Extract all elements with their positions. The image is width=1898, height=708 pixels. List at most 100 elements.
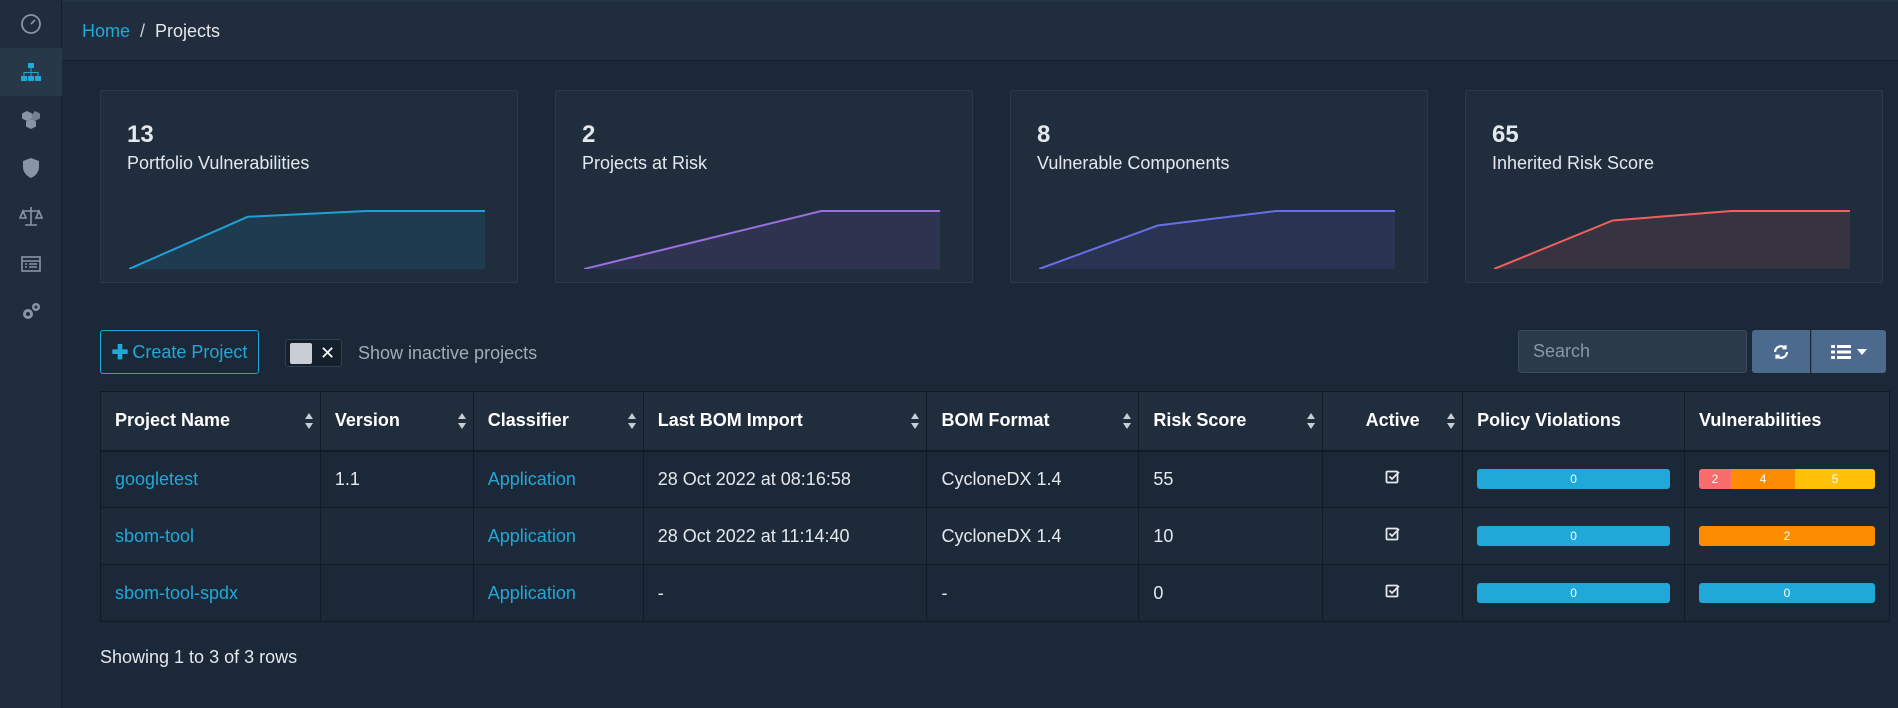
cell-vulnerabilities: 2 bbox=[1683, 507, 1891, 565]
trend-chart bbox=[1039, 210, 1395, 269]
trend-area bbox=[584, 211, 940, 269]
policy-segment: 0 bbox=[1477, 526, 1670, 546]
column-header-policy-violations[interactable]: Policy Violations bbox=[1462, 391, 1685, 452]
pagination-info: Showing 1 to 3 of 3 rows bbox=[100, 647, 298, 667]
header-label: Policy Violations bbox=[1477, 410, 1621, 431]
sidebar-item-dashboard[interactable] bbox=[0, 0, 62, 48]
table-row: googletest 1.1 Application 28 Oct 2022 at 0… bbox=[100, 450, 1891, 508]
cell-policy-violations: 0 bbox=[1462, 564, 1685, 622]
column-header-active[interactable]: Active bbox=[1322, 391, 1464, 452]
policy-violations-bar: 0 bbox=[1477, 526, 1670, 546]
policy-violations-bar: 0 bbox=[1477, 583, 1670, 603]
breadcrumb-home-link[interactable]: Home bbox=[82, 21, 130, 42]
plus-icon: ✚ bbox=[111, 341, 129, 364]
cell-risk-score: 10 bbox=[1138, 507, 1324, 565]
sidebar bbox=[0, 0, 62, 708]
cell-classifier: Application bbox=[472, 507, 644, 565]
classifier-link[interactable]: Application bbox=[488, 469, 576, 489]
cell-bom-format: - bbox=[926, 564, 1140, 622]
sidebar-item-components[interactable] bbox=[0, 96, 62, 144]
header-label: Risk Score bbox=[1153, 410, 1247, 431]
cell-last-bom-import: - bbox=[642, 564, 928, 622]
cell-version bbox=[319, 507, 474, 565]
card-vulnerable-components: 8 Vulnerable Components bbox=[1010, 90, 1428, 283]
list-icon bbox=[1831, 344, 1851, 359]
vulnerabilities-bar: 245 bbox=[1698, 469, 1875, 490]
cell-bom-format: CycloneDX 1.4 bbox=[926, 507, 1140, 565]
create-project-button[interactable]: ✚ Create Project bbox=[100, 330, 259, 374]
trend-chart bbox=[1494, 210, 1850, 269]
cell-project-name: sbom-tool bbox=[100, 507, 321, 565]
check-square-icon bbox=[1385, 584, 1400, 597]
sidebar-item-settings[interactable] bbox=[0, 288, 62, 336]
column-header-project-name[interactable]: Project Name bbox=[100, 391, 321, 452]
sidebar-item-vulnerabilities[interactable] bbox=[0, 144, 62, 192]
cell-risk-score: 55 bbox=[1138, 450, 1324, 508]
table-toolbar: ✚ Create Project ✕ Show inactive project… bbox=[100, 330, 1886, 376]
project-link[interactable]: googletest bbox=[115, 469, 198, 489]
column-header-last-bom-import[interactable]: Last BOM Import bbox=[642, 391, 928, 452]
check-square-icon bbox=[1385, 527, 1400, 540]
header-label: Project Name bbox=[115, 410, 231, 431]
show-inactive-toggle[interactable]: ✕ bbox=[285, 339, 342, 367]
vuln-segment-high: 2 bbox=[1698, 526, 1875, 546]
sidebar-item-notifications[interactable] bbox=[0, 240, 62, 288]
breadcrumb-current: Projects bbox=[155, 20, 221, 41]
cell-bom-format: CycloneDX 1.4 bbox=[926, 450, 1140, 508]
column-header-bom-format[interactable]: BOM Format bbox=[926, 391, 1140, 452]
vulnerabilities-icon bbox=[23, 158, 39, 178]
trend-area bbox=[1039, 211, 1395, 269]
vuln-segment-critical: 2 bbox=[1698, 469, 1731, 490]
project-link[interactable]: sbom-tool bbox=[115, 526, 194, 546]
policy-segment: 0 bbox=[1477, 469, 1670, 490]
close-icon: ✕ bbox=[320, 343, 336, 363]
card-inherited-risk-score: 65 Inherited Risk Score bbox=[1465, 90, 1883, 283]
search-input[interactable] bbox=[1518, 330, 1747, 373]
column-header-version[interactable]: Version bbox=[319, 391, 474, 452]
vuln-segment-medium: 5 bbox=[1794, 469, 1875, 490]
cell-version bbox=[319, 564, 474, 622]
card-projects-at-risk: 2 Projects at Risk bbox=[555, 90, 973, 283]
cell-version: 1.1 bbox=[319, 450, 474, 508]
cell-classifier: Application bbox=[472, 450, 644, 508]
cell-policy-violations: 0 bbox=[1462, 450, 1685, 508]
card-value: 65 bbox=[1492, 121, 1519, 148]
dashboard-icon bbox=[21, 14, 41, 34]
columns-button[interactable] bbox=[1811, 330, 1886, 373]
table-row: sbom-tool Application 28 Oct 2022 at 11:14… bbox=[100, 507, 1891, 565]
classifier-link[interactable]: Application bbox=[488, 526, 576, 546]
trend-area bbox=[129, 211, 485, 269]
card-value: 13 bbox=[127, 121, 154, 148]
vulnerabilities-bar: 0 bbox=[1698, 583, 1875, 603]
cell-project-name: sbom-tool-spdx bbox=[100, 564, 321, 622]
sort-icon bbox=[627, 413, 636, 429]
sort-icon bbox=[1447, 413, 1456, 429]
caret-down-icon bbox=[1857, 348, 1867, 355]
trend-chart bbox=[129, 210, 485, 269]
cell-active bbox=[1322, 564, 1464, 622]
sidebar-item-projects[interactable] bbox=[0, 48, 62, 96]
vuln-segment-none: 0 bbox=[1698, 583, 1875, 603]
notifications-icon bbox=[21, 256, 41, 272]
card-value: 8 bbox=[1037, 121, 1051, 148]
cell-policy-violations: 0 bbox=[1462, 507, 1685, 565]
column-header-classifier[interactable]: Classifier bbox=[472, 391, 644, 452]
header-label: Vulnerabilities bbox=[1698, 410, 1822, 431]
sort-icon bbox=[1307, 413, 1316, 429]
components-icon bbox=[22, 111, 40, 129]
project-link[interactable]: sbom-tool-spdx bbox=[115, 583, 238, 603]
refresh-button[interactable] bbox=[1752, 330, 1810, 373]
card-label: Projects at Risk bbox=[582, 153, 708, 173]
cell-vulnerabilities: 245 bbox=[1683, 450, 1891, 508]
policy-violations-bar: 0 bbox=[1477, 469, 1670, 490]
column-header-risk-score[interactable]: Risk Score bbox=[1138, 391, 1324, 452]
card-label: Vulnerable Components bbox=[1037, 153, 1230, 173]
check-square-icon bbox=[1385, 470, 1400, 484]
card-portfolio-vulnerabilities: 13 Portfolio Vulnerabilities bbox=[100, 90, 518, 283]
sidebar-item-policy[interactable] bbox=[0, 192, 62, 240]
cell-active bbox=[1322, 507, 1464, 565]
classifier-link[interactable]: Application bbox=[488, 583, 576, 603]
breadcrumb-separator: / bbox=[140, 20, 146, 41]
column-header-vulnerabilities[interactable]: Vulnerabilities bbox=[1683, 391, 1891, 452]
policy-segment: 0 bbox=[1477, 583, 1670, 603]
